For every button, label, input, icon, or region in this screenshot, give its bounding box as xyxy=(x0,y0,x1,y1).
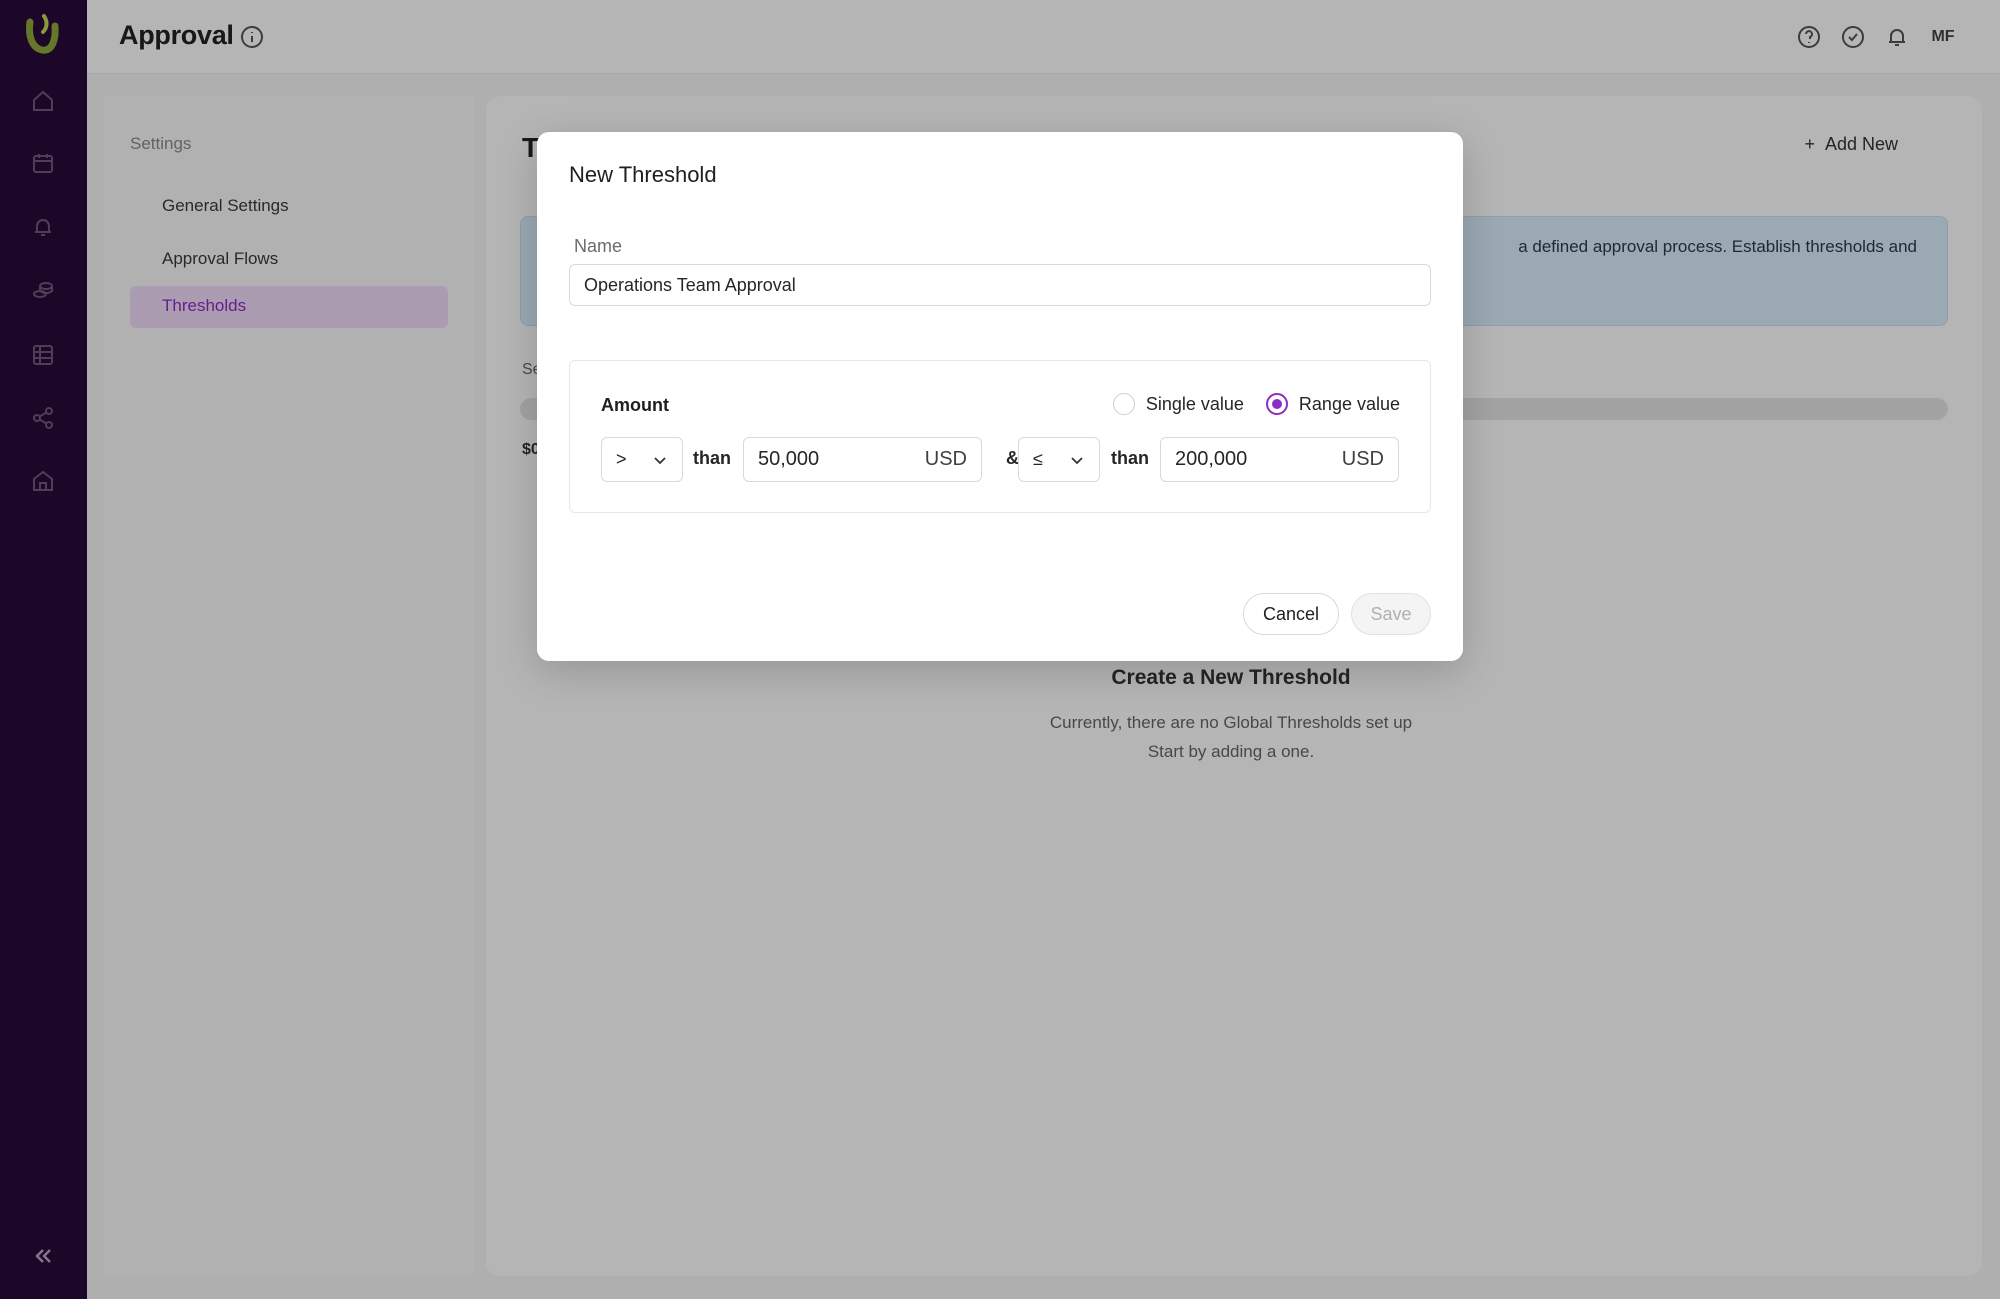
save-button[interactable]: Save xyxy=(1351,593,1431,635)
than-label-2: than xyxy=(1111,448,1149,468)
lower-currency: USD xyxy=(924,448,967,470)
radio-range-label: Range value xyxy=(1298,393,1400,414)
upper-amount-input[interactable]: 200,000 USD xyxy=(1160,437,1399,482)
upper-amount-value: 200,000 xyxy=(1175,448,1248,470)
lower-amount-value: 50,000 xyxy=(758,448,820,470)
chevron-down-icon xyxy=(1071,457,1083,465)
radio-range-value[interactable]: Range value xyxy=(1265,393,1400,415)
radio-range-dot[interactable] xyxy=(1265,393,1288,415)
modal-title: New Threshold xyxy=(569,162,717,187)
than-label-1: than xyxy=(693,448,731,468)
cancel-button[interactable]: Cancel xyxy=(1243,593,1339,635)
amount-section: Amount Single value Range value > than 5… xyxy=(569,360,1431,513)
new-threshold-modal: New Threshold Name Amount Single value R… xyxy=(537,132,1463,661)
lower-operator-select[interactable]: > xyxy=(601,437,683,482)
radio-single-label: Single value xyxy=(1145,393,1244,414)
radio-single-dot[interactable] xyxy=(1112,393,1135,415)
upper-operator-select[interactable]: ≤ xyxy=(1018,437,1100,482)
value-mode-radio-group: Single value Range value xyxy=(1112,393,1400,415)
lower-amount-input[interactable]: 50,000 USD xyxy=(743,437,982,482)
upper-currency: USD xyxy=(1341,448,1384,470)
range-condition-row: > than 50,000 USD & ≤ than 200,000 USD xyxy=(601,437,1401,482)
name-input[interactable] xyxy=(569,264,1431,306)
name-label: Name xyxy=(574,236,623,256)
lower-operator-value: > xyxy=(616,449,627,469)
chevron-down-icon xyxy=(654,457,666,465)
radio-single-value[interactable]: Single value xyxy=(1112,393,1244,415)
upper-operator-value: ≤ xyxy=(1033,449,1043,469)
amount-label: Amount xyxy=(601,395,669,415)
